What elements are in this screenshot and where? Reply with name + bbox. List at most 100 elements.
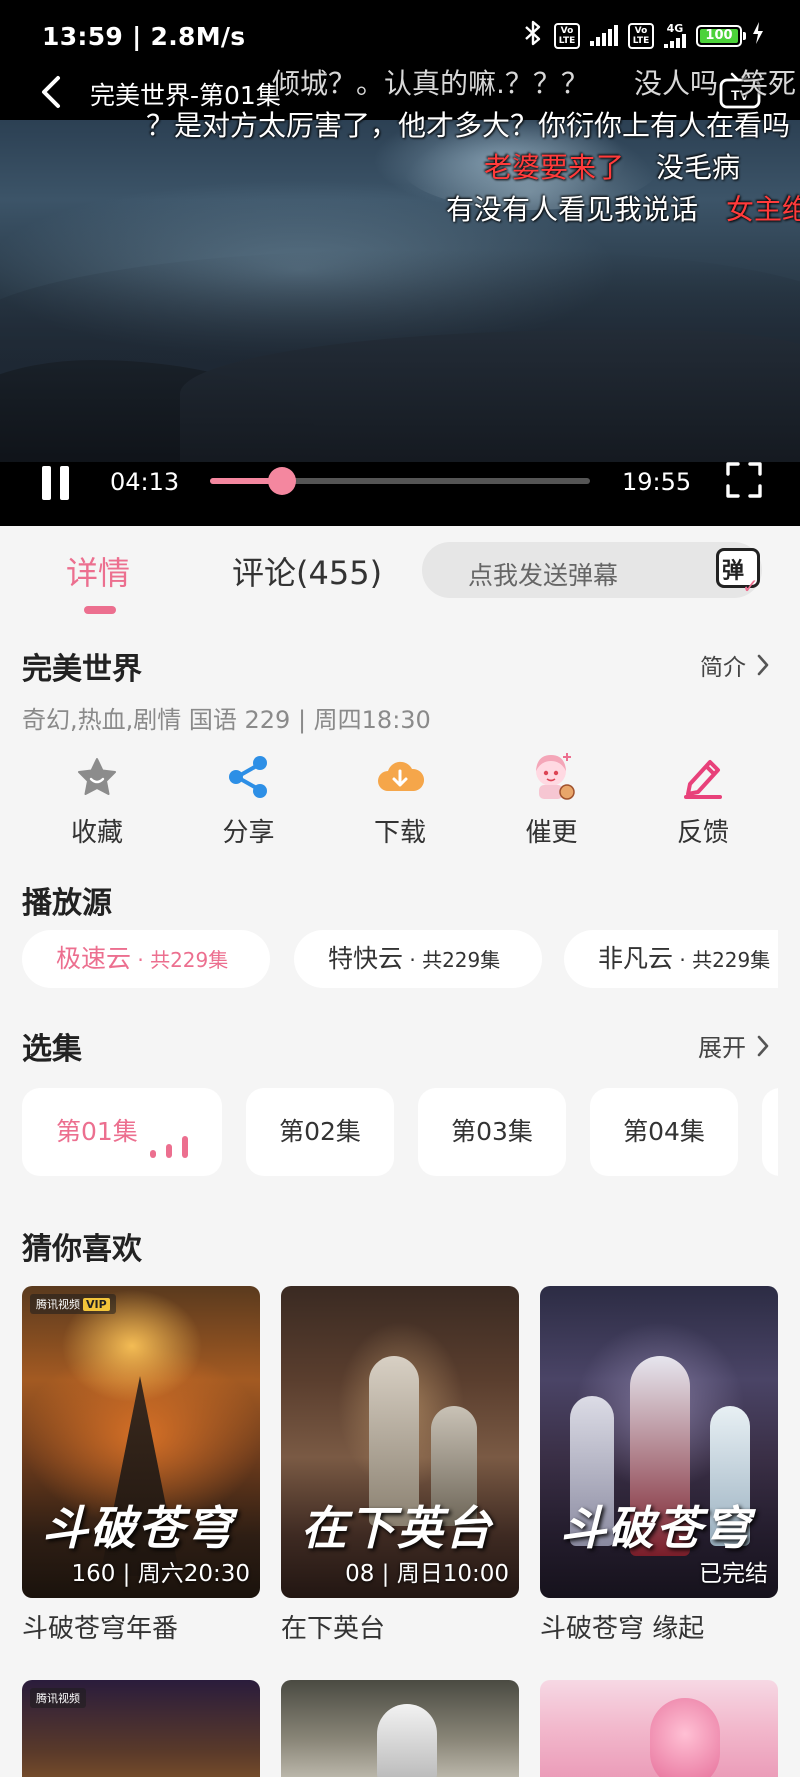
recommend-card[interactable]: 在下英台 08 | 周日10:00 在下英台 — [281, 1286, 519, 1645]
tab-comments[interactable]: 评论(455) — [232, 548, 382, 594]
platform-badge: 腾讯视频 — [30, 1688, 86, 1708]
share-icon — [228, 756, 267, 798]
fullscreen-icon — [726, 462, 762, 498]
danmaku-comment: 没毛病 — [656, 151, 741, 184]
action-row: 收藏 分享 下载 催更 反馈 — [22, 752, 778, 852]
platform-badge: 腾讯视频 VIP — [30, 1294, 116, 1314]
episode-label: 第04集 — [623, 1117, 705, 1146]
danmaku-toggle-button[interactable]: 弹 ✓ — [712, 540, 766, 598]
action-label: 反馈 — [676, 818, 729, 848]
danmaku-comment: 女主绝 — [726, 193, 800, 226]
bluetooth-icon — [522, 20, 544, 51]
danmaku-comment: 有没有人看见我说话 — [446, 193, 699, 226]
download-icon — [378, 761, 424, 791]
status-icons: Vo LTE Vo LTE 4G 100 — [522, 20, 764, 51]
intro-link[interactable]: 简介 — [700, 648, 770, 682]
intro-label: 简介 — [700, 655, 746, 681]
network-4g-icon: 4G — [664, 23, 686, 48]
pause-icon — [60, 466, 69, 500]
poster-title-art: 斗破苍穹 — [560, 1501, 752, 1555]
urge-update-button[interactable]: 催更 — [477, 752, 627, 852]
expand-episodes-link[interactable]: 展开 — [698, 1028, 770, 1063]
recommend-card[interactable]: 腾讯视频 — [22, 1680, 260, 1777]
show-meta: 奇幻,热血,剧情 国语 229 | 周四18:30 — [22, 706, 431, 734]
action-label: 分享 — [222, 818, 275, 848]
source-item[interactable]: 特快云 · 共229集 — [294, 930, 542, 988]
danmaku-input[interactable]: 点我发送弹幕 — [422, 542, 762, 598]
urge-update-icon — [535, 753, 575, 800]
episode-item[interactable] — [762, 1088, 778, 1176]
episode-item[interactable]: 第01集 — [22, 1088, 222, 1176]
episode-label: 第03集 — [451, 1117, 533, 1146]
status-time: 13:59 | 2.8M/s — [42, 22, 246, 51]
recommend-card[interactable] — [281, 1680, 519, 1777]
recommend-title: 猜你喜欢 — [22, 1232, 142, 1267]
episodes-title: 选集 — [22, 1032, 82, 1067]
action-label: 催更 — [525, 818, 578, 848]
poster-title-art: 在下英台 — [301, 1501, 493, 1555]
source-item[interactable]: 极速云 · 共229集 — [22, 930, 270, 988]
source-count: · 共229集 — [131, 948, 229, 972]
signal-icon — [590, 24, 618, 46]
action-label: 下载 — [373, 818, 426, 848]
progress-bar[interactable] — [210, 467, 590, 495]
episode-label: 第01集 — [56, 1117, 138, 1146]
poster-art — [650, 1698, 720, 1777]
recommend-grid-row2: 腾讯视频 — [22, 1680, 778, 1777]
danmaku-toggle-label: 弹 — [722, 559, 745, 584]
chevron-right-icon — [757, 654, 769, 676]
danmaku-comment: 老婆要来了 — [484, 151, 625, 184]
source-count: · 共229集 — [403, 948, 501, 972]
star-icon — [78, 758, 116, 795]
recommend-card[interactable]: 腾讯视频 VIP 斗破苍穹 160 | 周六20:30 斗破苍穹年番 — [22, 1286, 260, 1645]
pause-button[interactable] — [40, 466, 72, 500]
poster-image: 斗破苍穹 已完结 — [540, 1286, 778, 1598]
recommend-card[interactable]: 斗破苍穹 已完结 斗破苍穹 缘起 — [540, 1286, 778, 1645]
network-label: 4G — [666, 22, 684, 35]
expand-label: 展开 — [698, 1034, 746, 1062]
poster-art — [377, 1704, 437, 1777]
source-name: 特快云 — [328, 944, 404, 973]
battery-level: 100 — [700, 28, 738, 43]
source-name: 极速云 — [56, 944, 132, 973]
tab-details[interactable]: 详情 — [66, 548, 130, 594]
favorite-button[interactable]: 收藏 — [22, 752, 172, 852]
volte-icon: Vo LTE — [628, 22, 654, 49]
download-button[interactable]: 下载 — [325, 752, 475, 852]
poster-caption: 08 | 周日10:00 — [345, 1561, 509, 1587]
danmaku-comment: 倾城？。认真的嘛.？？？ — [272, 67, 589, 100]
poster-image: 在下英台 08 | 周日10:00 — [281, 1286, 519, 1598]
sources-title: 播放源 — [22, 886, 112, 921]
danmaku-comment: 没人吗 — [634, 67, 719, 100]
card-title: 斗破苍穹年番 — [22, 1614, 179, 1644]
card-title: 斗破苍穹 缘起 — [540, 1614, 705, 1644]
volte-icon: Vo LTE — [554, 22, 580, 49]
action-label: 收藏 — [70, 818, 123, 848]
source-item[interactable]: 非凡云 · 共229集 — [564, 930, 778, 988]
feedback-button[interactable]: 反馈 — [628, 752, 778, 852]
episode-list: 第01集 第02集 第03集 第04集 — [22, 1088, 778, 1178]
chevron-right-icon — [757, 1035, 769, 1056]
episode-item[interactable]: 第04集 — [590, 1088, 738, 1176]
duration-time: 19:55 — [622, 468, 692, 496]
episode-item[interactable]: 第03集 — [418, 1088, 566, 1176]
playing-indicator-icon — [150, 1128, 200, 1158]
fullscreen-button[interactable] — [726, 462, 762, 498]
card-title: 在下英台 — [281, 1614, 386, 1644]
share-button[interactable]: 分享 — [174, 752, 324, 852]
battery-icon: 100 — [696, 24, 746, 47]
check-icon: ✓ — [742, 574, 759, 598]
poster-caption: 160 | 周六20:30 — [71, 1561, 250, 1587]
tab-indicator — [84, 606, 116, 614]
pause-icon — [42, 466, 51, 500]
show-title: 完美世界 — [22, 652, 142, 687]
feedback-icon — [684, 760, 722, 799]
poster-title-art: 斗破苍穹 — [42, 1501, 234, 1555]
recommend-card[interactable] — [540, 1680, 778, 1777]
platform-name: 腾讯视频 — [36, 1298, 80, 1311]
back-button[interactable] — [34, 70, 68, 114]
episode-label: 第02集 — [279, 1117, 361, 1146]
progress-knob[interactable] — [268, 467, 297, 495]
episode-item[interactable]: 第02集 — [246, 1088, 394, 1176]
signal-icon — [664, 34, 686, 48]
